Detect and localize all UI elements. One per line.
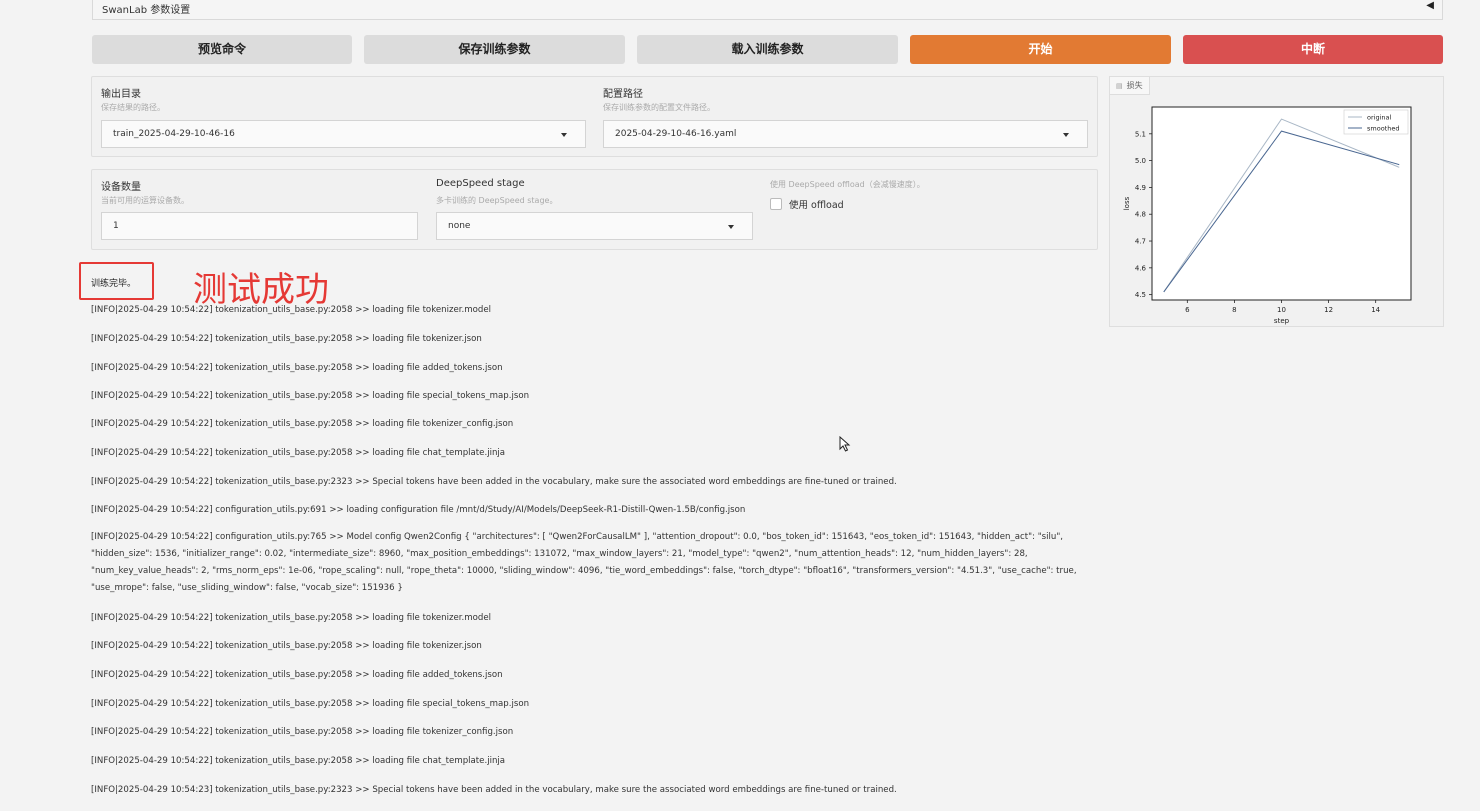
config-path-label: 配置路径 bbox=[603, 89, 643, 100]
log-line: [INFO|2025-04-29 10:54:22] tokenization_… bbox=[91, 305, 492, 315]
y-tick-label: 5.0 bbox=[1135, 157, 1146, 165]
device-count-input[interactable]: 1 bbox=[101, 212, 418, 240]
output-dir-hint: 保存结果的路径。 bbox=[101, 103, 165, 112]
ds-stage-select[interactable]: none bbox=[436, 212, 753, 240]
config-path-value: 2025-04-29-10-46-16.yaml bbox=[615, 129, 737, 139]
y-tick-label: 4.6 bbox=[1135, 264, 1147, 272]
accordion-label: SwanLab 参数设置 bbox=[102, 5, 191, 16]
x-tick-label: 12 bbox=[1324, 306, 1333, 314]
log-line: [INFO|2025-04-29 10:54:22] tokenization_… bbox=[91, 727, 514, 737]
log-line: [INFO|2025-04-29 10:54:22] tokenization_… bbox=[91, 477, 897, 487]
config-path-select[interactable]: 2025-04-29-10-46-16.yaml bbox=[603, 120, 1088, 148]
y-axis-label: loss bbox=[1123, 196, 1131, 210]
log-line: [INFO|2025-04-29 10:54:22] tokenization_… bbox=[91, 613, 492, 623]
log-line: [INFO|2025-04-29 10:54:22] tokenization_… bbox=[91, 699, 530, 709]
chevron-down-icon bbox=[561, 133, 567, 137]
chevron-down-icon bbox=[728, 225, 734, 229]
y-tick-label: 4.9 bbox=[1135, 184, 1146, 192]
legend-label: original bbox=[1367, 114, 1391, 122]
offload-hint: 使用 DeepSpeed offload（会减慢速度）。 bbox=[770, 180, 925, 189]
y-tick-label: 4.5 bbox=[1135, 291, 1146, 299]
ds-stage-label: DeepSpeed stage bbox=[436, 178, 525, 189]
swanlab-settings-accordion[interactable]: SwanLab 参数设置 ◀ bbox=[92, 0, 1443, 20]
log-line: [INFO|2025-04-29 10:54:22] configuration… bbox=[91, 505, 746, 515]
log-line: [INFO|2025-04-29 10:54:22] configuration… bbox=[91, 532, 1077, 593]
x-tick-label: 10 bbox=[1277, 306, 1286, 314]
load-args-button[interactable]: 载入训练参数 bbox=[637, 35, 898, 64]
output-dir-value: train_2025-04-29-10-46-16 bbox=[113, 129, 235, 139]
loss-chart-tab: ▤ 损失 bbox=[1110, 77, 1150, 95]
log-line: [INFO|2025-04-29 10:54:22] tokenization_… bbox=[91, 419, 514, 429]
chart-tab-label: 损失 bbox=[1126, 81, 1143, 90]
chart-icon: ▤ bbox=[1116, 82, 1123, 90]
device-count-label: 设备数量 bbox=[101, 182, 141, 193]
plot-area bbox=[1151, 106, 1412, 301]
log-line: [INFO|2025-04-29 10:54:22] tokenization_… bbox=[91, 756, 506, 766]
log-line: [INFO|2025-04-29 10:54:23] tokenization_… bbox=[91, 785, 897, 795]
offload-checkbox[interactable] bbox=[770, 198, 782, 210]
x-tick-label: 14 bbox=[1371, 306, 1380, 314]
y-tick-label: 4.8 bbox=[1135, 211, 1146, 219]
loss-chart: 6 8 10 12 14 4.5 4.6 4.7 4.8 4.9 5.0 5.1 step loss ori… bbox=[1123, 106, 1412, 325]
device-count-value: 1 bbox=[113, 221, 119, 231]
output-dir-label: 输出目录 bbox=[101, 89, 141, 100]
log-line: [INFO|2025-04-29 10:54:22] tokenization_… bbox=[91, 391, 530, 401]
y-tick-label: 4.7 bbox=[1135, 238, 1146, 246]
x-tick-label: 6 bbox=[1185, 306, 1190, 314]
ds-stage-hint: 多卡训练的 DeepSpeed stage。 bbox=[436, 196, 558, 205]
ds-stage-value: none bbox=[448, 221, 471, 231]
training-done-text: 训练完毕。 bbox=[91, 279, 137, 289]
abort-button[interactable]: 中断 bbox=[1183, 35, 1443, 64]
chevron-down-icon bbox=[1063, 133, 1069, 137]
mouse-cursor-icon bbox=[839, 436, 851, 452]
log-line: [INFO|2025-04-29 10:54:22] tokenization_… bbox=[91, 670, 503, 680]
x-axis-label: step bbox=[1274, 317, 1290, 325]
output-dir-select[interactable]: train_2025-04-29-10-46-16 bbox=[101, 120, 586, 148]
x-tick-label: 8 bbox=[1232, 306, 1236, 314]
collapse-arrow-icon[interactable]: ◀ bbox=[1426, 0, 1434, 11]
config-path-hint: 保存训练参数的配置文件路径。 bbox=[603, 103, 715, 112]
legend-label: smoothed bbox=[1367, 125, 1399, 133]
log-line: [INFO|2025-04-29 10:54:22] tokenization_… bbox=[91, 641, 482, 651]
y-tick-label: 5.1 bbox=[1135, 130, 1146, 138]
log-line: [INFO|2025-04-29 10:54:22] tokenization_… bbox=[91, 334, 482, 344]
save-args-button[interactable]: 保存训练参数 bbox=[364, 35, 625, 64]
preview-command-button[interactable]: 预览命令 bbox=[92, 35, 352, 64]
success-annotation: 测试成功 bbox=[193, 270, 329, 310]
offload-label: 使用 offload bbox=[789, 200, 844, 211]
log-line: [INFO|2025-04-29 10:54:22] tokenization_… bbox=[91, 448, 506, 458]
start-button[interactable]: 开始 bbox=[910, 35, 1171, 64]
device-count-hint: 当前可用的运算设备数。 bbox=[101, 196, 189, 205]
log-line: [INFO|2025-04-29 10:54:22] tokenization_… bbox=[91, 363, 503, 373]
